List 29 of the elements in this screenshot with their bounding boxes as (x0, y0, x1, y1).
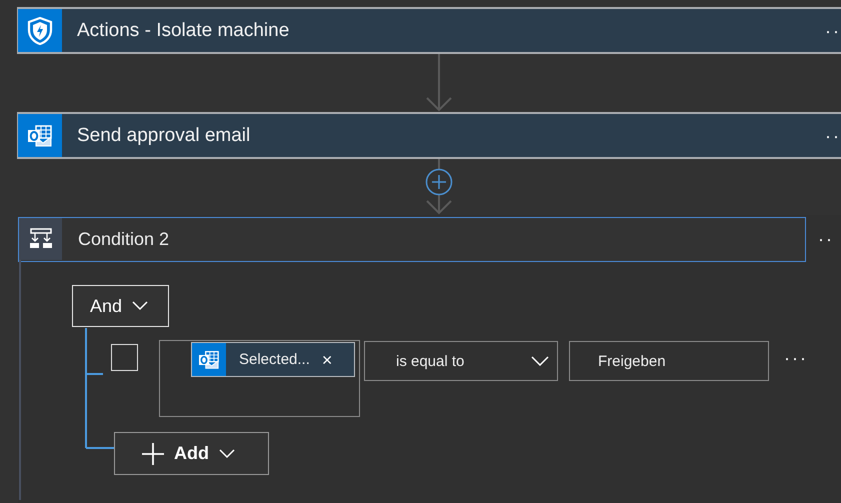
more-options-button[interactable]: ·· (818, 230, 834, 248)
condition-header[interactable]: Condition 2 (18, 216, 806, 262)
more-options-button[interactable]: ·· (825, 22, 841, 40)
more-options-button[interactable]: ··· (784, 349, 808, 367)
condition-title: Condition 2 (78, 228, 170, 250)
expression-field[interactable]: Selected... × (159, 340, 360, 417)
mail-app-icon (27, 124, 53, 148)
add-dropdown[interactable]: Add (114, 432, 269, 475)
chevron-down-icon (132, 301, 148, 311)
action-title: Send approval email (77, 124, 252, 146)
shield-icon (27, 16, 53, 44)
insert-step-button[interactable] (426, 168, 452, 196)
more-options-button[interactable]: ·· (825, 126, 841, 144)
token-label: Selected... (239, 351, 310, 368)
row-checkbox[interactable] (111, 344, 138, 371)
chevron-down-icon (531, 356, 549, 366)
condition-icon (28, 228, 52, 250)
action-title: Actions - Isolate machine (77, 20, 290, 42)
dynamic-content-token[interactable]: Selected... × (191, 342, 355, 377)
action-card[interactable]: Actions - Isolate machine ·· (17, 7, 841, 54)
and-dropdown[interactable]: And (72, 285, 169, 327)
plus-icon (142, 442, 164, 464)
action-card[interactable]: Send approval email ·· (17, 112, 841, 159)
mail-app-icon (198, 350, 220, 370)
value-field[interactable]: Freigeben (569, 341, 769, 381)
remove-token-button[interactable]: × (322, 350, 332, 368)
operator-label: is equal to (396, 352, 464, 370)
operator-dropdown[interactable]: is equal to (364, 341, 558, 381)
chevron-down-icon (219, 448, 235, 458)
